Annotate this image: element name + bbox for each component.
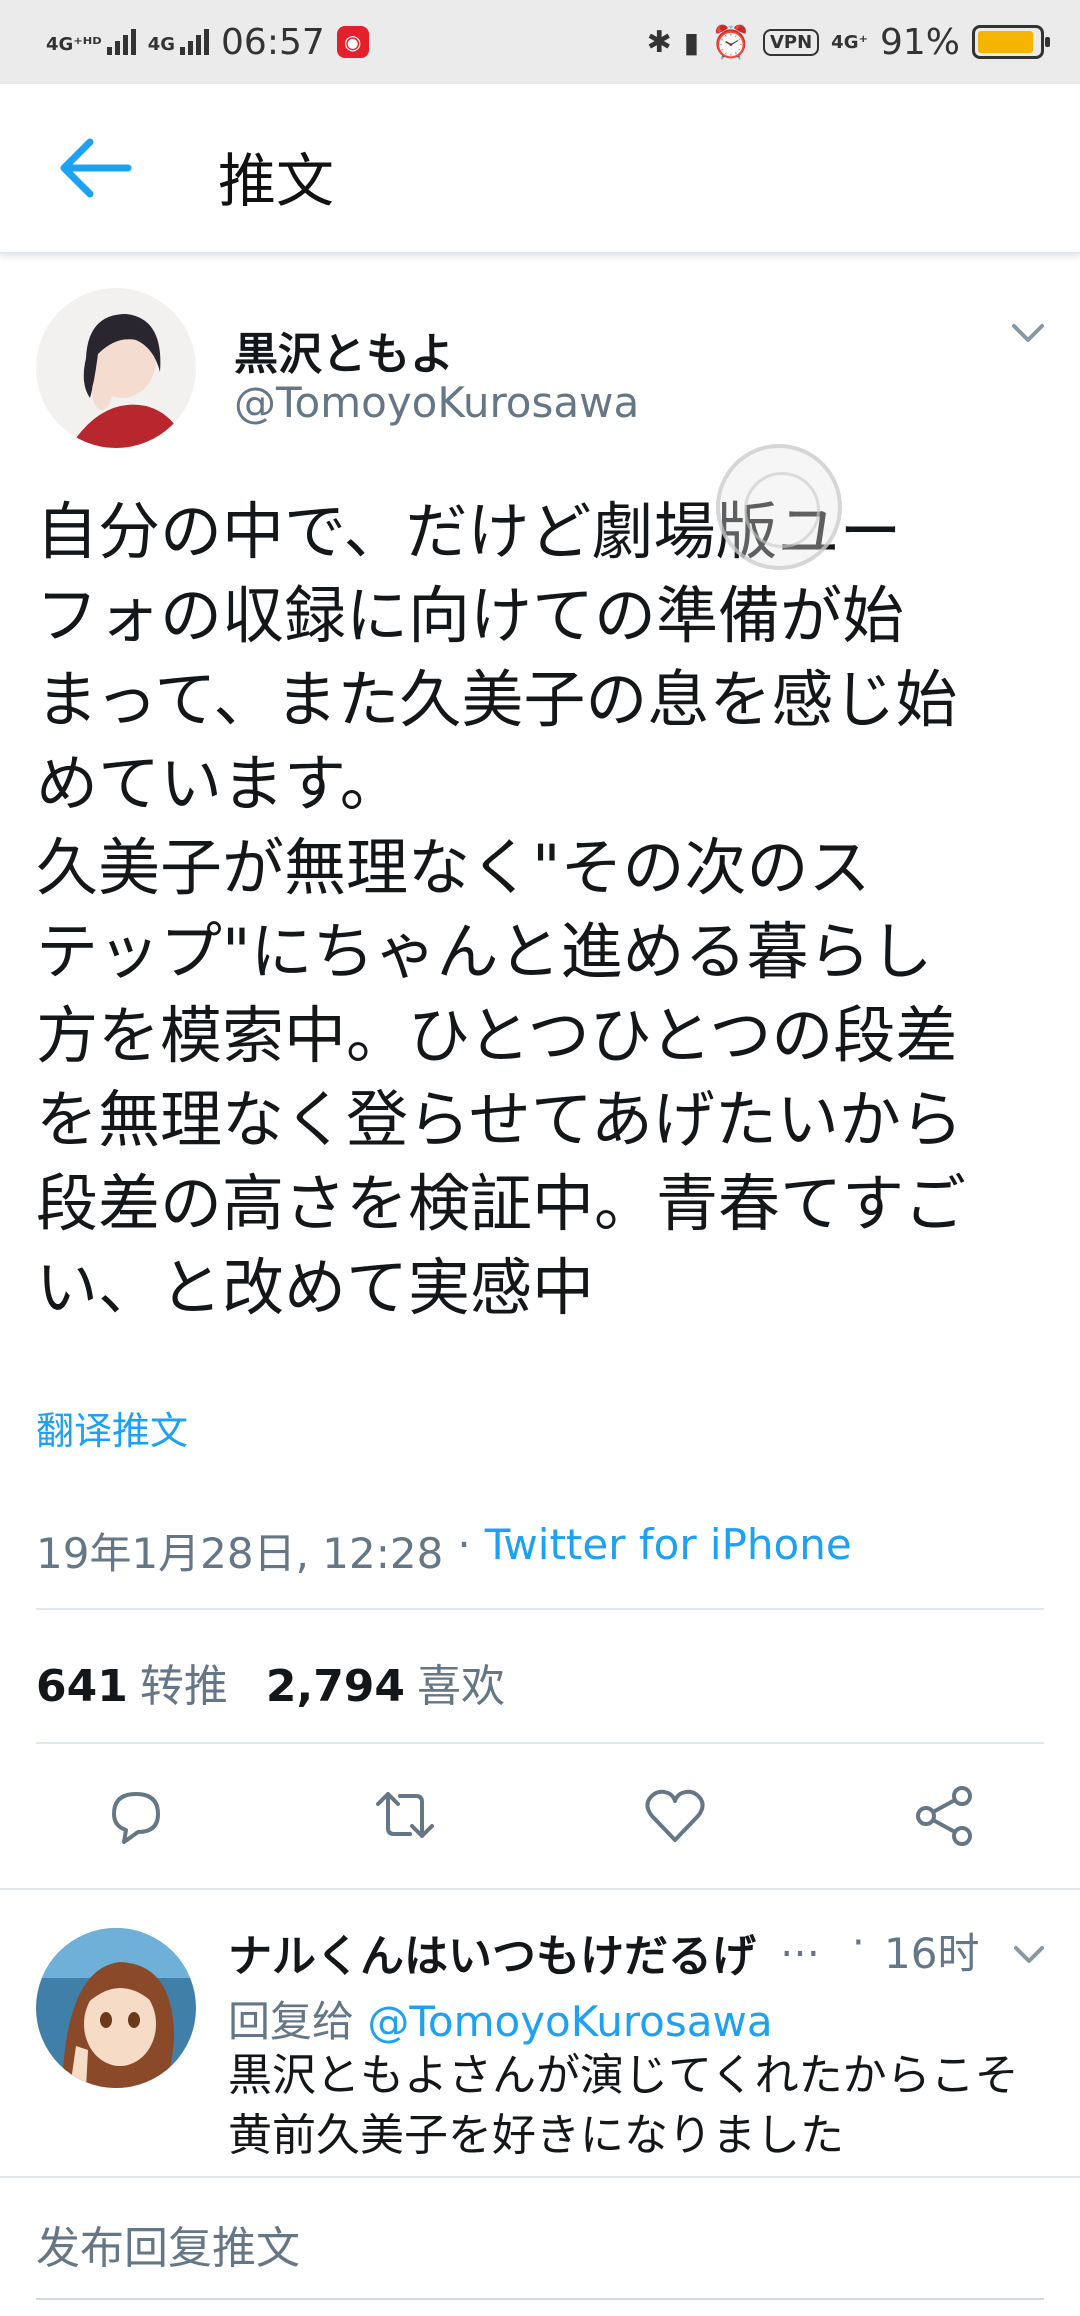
divider <box>0 1888 1080 1890</box>
signal-icon-3: 4G⁺ <box>831 31 868 53</box>
netease-music-icon: ◉ <box>336 26 369 58</box>
reply-to-line: 回复给 @TomoyoKurosawa <box>228 1988 773 2049</box>
chevron-down-icon[interactable] <box>1010 318 1046 348</box>
tweet-stats: 641 转推 2,794 喜欢 <box>36 1650 531 1714</box>
tweet-date: 19年1月28日, 12:28 <box>36 1529 444 1578</box>
like-label[interactable]: 喜欢 <box>417 1650 505 1714</box>
tweet-text: 自分の中で、だけど劇場版ユー フォの収録に向けての準備が始 まって、また久美子の… <box>36 495 967 1324</box>
floating-touch-icon[interactable] <box>716 444 842 570</box>
share-icon[interactable] <box>910 1780 980 1850</box>
like-count[interactable]: 2,794 <box>266 1661 405 1712</box>
signal-icon-2: 4G <box>148 29 210 55</box>
bluetooth-icon: ✱ <box>646 24 672 60</box>
alarm-icon: ⏰ <box>711 23 751 61</box>
meta-separator: · <box>457 1520 471 1569</box>
reply-to-label: 回复给 <box>228 1997 355 2046</box>
back-arrow-icon[interactable] <box>56 136 132 200</box>
tweet-meta: 19年1月28日, 12:28 · Twitter for iPhone <box>36 1520 852 1581</box>
divider <box>36 1742 1044 1744</box>
like-heart-icon[interactable] <box>640 1780 710 1850</box>
reply-time: 16时 <box>884 1929 980 1978</box>
vpn-badge: VPN <box>762 28 820 56</box>
signal-icon-1: 4G⁺ᴴᴰ <box>46 29 136 55</box>
translate-tweet-link[interactable]: 翻译推文 <box>36 1400 188 1455</box>
battery-icon <box>972 25 1050 59</box>
composer-underline <box>36 2298 1044 2300</box>
author-name[interactable]: 黒沢ともよ <box>234 318 454 382</box>
author-handle[interactable]: @TomoyoKurosawa <box>234 378 639 427</box>
reply-text: 黒沢ともよさんが演じてくれたからこそ 黄前久美子を好きになりました <box>228 2050 1019 2161</box>
reply-author-avatar[interactable] <box>36 1928 196 2088</box>
vibrate-icon: ▮ <box>683 25 700 59</box>
reply-author-name[interactable]: ナルくんはいつもけだるげ <box>228 1920 788 1984</box>
app-bar: 推文 <box>0 84 1080 254</box>
retweet-icon[interactable] <box>370 1780 440 1850</box>
page-title: 推文 <box>218 147 335 215</box>
tweet-source-link[interactable]: Twitter for iPhone <box>485 1520 852 1581</box>
reply-name-ellipsis: … <box>780 1920 820 1966</box>
author-avatar[interactable] <box>36 288 196 448</box>
reply-composer[interactable]: 发布回复推文 <box>0 2176 1080 2316</box>
status-bar: 4G⁺ᴴᴰ 4G 06:57 ◉ ✱ ▮ ⏰ VPN 4G⁺ 91% <box>0 0 1080 84</box>
clock: 06:57 <box>221 21 325 63</box>
battery-percentage: 91% <box>879 21 960 63</box>
divider <box>36 1608 1044 1610</box>
chevron-down-icon[interactable] <box>1012 1940 1046 1968</box>
reply-separator: · <box>852 1920 865 1966</box>
reply-to-handle[interactable]: @TomoyoKurosawa <box>367 1997 772 2046</box>
retweet-label[interactable]: 转推 <box>140 1650 228 1714</box>
reply-input-placeholder[interactable]: 发布回复推文 <box>36 2212 300 2276</box>
retweet-count[interactable]: 641 <box>36 1661 128 1712</box>
reply-icon[interactable] <box>100 1780 170 1850</box>
